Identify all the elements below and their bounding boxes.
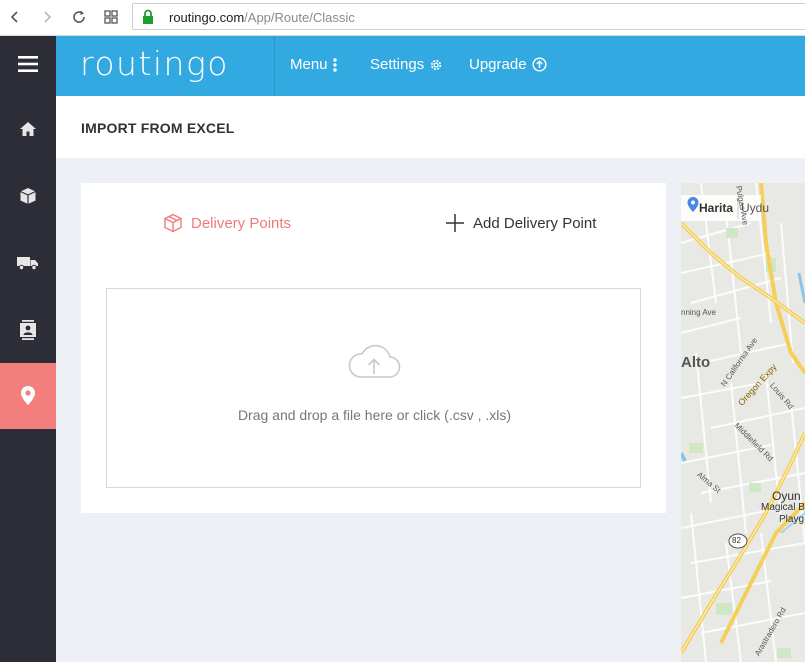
apps-button[interactable] bbox=[100, 6, 122, 28]
url-text: routingo.com/App/Route/Classic bbox=[169, 10, 355, 25]
top-header: routingo Menu Settings Upgrade bbox=[56, 36, 805, 96]
sidebar-item-home[interactable] bbox=[0, 96, 56, 162]
tab-delivery-points-label: Delivery Points bbox=[191, 214, 292, 232]
app-logo[interactable]: routingo bbox=[80, 44, 229, 83]
apps-grid-icon bbox=[104, 10, 118, 24]
contacts-icon bbox=[20, 320, 36, 340]
address-bar[interactable]: routingo.com/App/Route/Classic bbox=[132, 3, 805, 30]
upgrade-label: Upgrade bbox=[469, 56, 527, 73]
reload-icon bbox=[73, 10, 85, 23]
box-icon bbox=[20, 188, 36, 204]
reload-button[interactable] bbox=[68, 6, 90, 28]
back-button[interactable] bbox=[4, 6, 26, 28]
browser-toolbar: routingo.com/App/Route/Classic bbox=[0, 0, 805, 36]
box-outline-icon bbox=[164, 213, 182, 233]
cloud-upload-icon bbox=[348, 344, 401, 378]
map-label-route-82: 82 bbox=[732, 536, 741, 545]
tab-add-delivery-point[interactable]: Add Delivery Point bbox=[445, 213, 596, 233]
upgrade-button[interactable]: Upgrade bbox=[469, 56, 547, 73]
sidebar-item-locations[interactable] bbox=[0, 363, 56, 429]
hamburger-icon bbox=[18, 56, 38, 72]
map-label-playg: Playg bbox=[779, 514, 805, 525]
menu-label: Menu bbox=[290, 56, 328, 73]
map-type-map-label[interactable]: Harita bbox=[699, 201, 733, 215]
map-label-nning: nning Ave bbox=[681, 308, 716, 317]
map-label-oyun: Oyun bbox=[772, 489, 801, 503]
page-title: IMPORT FROM EXCEL bbox=[81, 120, 235, 136]
sidebar bbox=[0, 36, 56, 662]
gear-icon bbox=[431, 59, 442, 70]
plus-icon bbox=[446, 214, 464, 232]
header-divider bbox=[274, 36, 275, 96]
sidebar-item-menu-toggle[interactable] bbox=[0, 36, 56, 92]
map-view[interactable]: Harita Uydu Pulgas Ave nning Ave Alto N … bbox=[681, 183, 805, 662]
map-label-magical: Magical B bbox=[761, 502, 805, 513]
settings-button[interactable]: Settings bbox=[370, 56, 443, 73]
map-roads bbox=[681, 183, 805, 662]
sidebar-item-contacts[interactable] bbox=[0, 297, 56, 363]
upgrade-arrow-icon bbox=[532, 57, 547, 72]
page-title-bar: IMPORT FROM EXCEL bbox=[56, 96, 805, 158]
dropzone-text: Drag and drop a file here or click (.csv… bbox=[237, 407, 512, 423]
forward-arrow-icon bbox=[44, 11, 52, 23]
map-pin-icon bbox=[21, 386, 35, 405]
file-dropzone[interactable]: Drag and drop a file here or click (.csv… bbox=[106, 288, 641, 488]
sidebar-item-packages[interactable] bbox=[0, 163, 56, 229]
menu-button[interactable]: Menu bbox=[290, 56, 337, 73]
forward-button[interactable] bbox=[36, 6, 58, 28]
map-label-alto: Alto bbox=[681, 354, 711, 371]
tab-delivery-points[interactable]: Delivery Points bbox=[163, 213, 291, 233]
back-arrow-icon bbox=[10, 11, 18, 23]
home-icon bbox=[20, 122, 36, 136]
tab-add-delivery-point-label: Add Delivery Point bbox=[473, 214, 597, 232]
import-card: Delivery Points Add Delivery Point Drag … bbox=[81, 183, 666, 513]
settings-label: Settings bbox=[370, 56, 425, 73]
truck-icon bbox=[17, 257, 38, 271]
lock-icon bbox=[143, 9, 153, 24]
sidebar-item-vehicles[interactable] bbox=[0, 230, 56, 296]
kebab-icon bbox=[332, 57, 337, 72]
